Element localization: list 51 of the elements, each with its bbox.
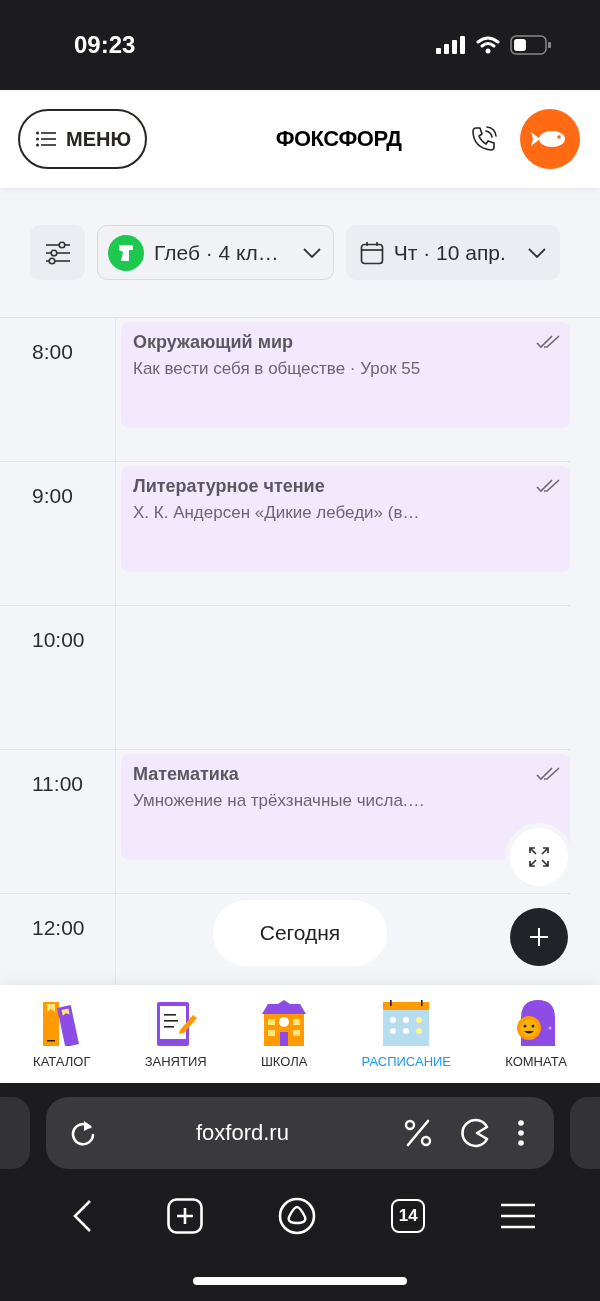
logo[interactable]: ФОКСФОРД bbox=[275, 126, 402, 152]
lesson-subject: Литературное чтение bbox=[133, 476, 326, 497]
new-tab-icon[interactable] bbox=[166, 1198, 203, 1234]
dog-avatar-icon bbox=[108, 234, 144, 271]
nav-tab[interactable]: КАТАЛОГ bbox=[33, 999, 91, 1069]
pie-icon[interactable] bbox=[460, 1118, 490, 1148]
menu-icon bbox=[36, 131, 56, 147]
tabs-count-button[interactable]: 14 bbox=[391, 1199, 426, 1233]
reload-icon[interactable] bbox=[70, 1119, 96, 1147]
more-icon[interactable] bbox=[518, 1120, 524, 1146]
calendar-grid-icon bbox=[383, 999, 430, 1046]
school-building-icon bbox=[261, 999, 308, 1046]
chevron-down-icon bbox=[302, 247, 321, 258]
clock-time: 09:23 bbox=[74, 31, 136, 59]
hour-label: 8:00 bbox=[0, 318, 116, 461]
nav-tab[interactable]: КОМНАТА bbox=[505, 999, 567, 1069]
menu-icon[interactable] bbox=[500, 1203, 537, 1229]
chevron-down-icon bbox=[527, 247, 546, 258]
add-button[interactable] bbox=[510, 908, 568, 966]
fish-avatar-icon[interactable] bbox=[520, 109, 580, 169]
lesson-subject: Окружающий мир bbox=[133, 332, 295, 353]
hour-label: 10:00 bbox=[0, 606, 116, 749]
signal-icon bbox=[436, 36, 466, 54]
lesson-topic: Х. К. Андерсен «Дикие лебеди» (в… bbox=[133, 503, 420, 523]
nav-tab[interactable]: ЗАНЯТИЯ bbox=[144, 999, 207, 1069]
plus-icon bbox=[529, 927, 549, 947]
today-button[interactable]: Сегодня bbox=[213, 900, 387, 966]
lesson-card[interactable]: Окружающий мир Как вести себя в обществе · Урок 55 bbox=[121, 322, 570, 428]
url-text: foxford.ru bbox=[196, 1120, 289, 1146]
wifi-icon bbox=[476, 36, 500, 54]
date-dropdown[interactable]: Чт · 10 апр. bbox=[345, 225, 560, 280]
lesson-topic: Как вести себя в обществе · Урок 55 bbox=[133, 359, 421, 379]
address-bar[interactable]: foxford.ru bbox=[46, 1097, 554, 1169]
lesson-card[interactable]: Литературное чтение Х. К. Андерсен «Дикие лебеди» (в… bbox=[121, 466, 570, 572]
calendar-icon bbox=[359, 240, 384, 265]
assistant-icon[interactable] bbox=[277, 1197, 316, 1235]
expand-icon bbox=[529, 847, 549, 867]
battery-icon bbox=[510, 35, 552, 55]
hour-label: 9:00 bbox=[0, 462, 116, 605]
nav-tab[interactable]: ШКОЛА bbox=[260, 999, 308, 1069]
sliders-icon bbox=[44, 240, 71, 265]
menu-button[interactable]: МЕНЮ bbox=[18, 109, 148, 169]
lesson-subject: Математика bbox=[133, 764, 240, 785]
percent-icon[interactable] bbox=[404, 1119, 432, 1147]
hour-label: 11:00 bbox=[0, 750, 116, 893]
back-icon[interactable] bbox=[71, 1199, 92, 1233]
lesson-card[interactable]: Математика Умножение на трёхзначные числа.… bbox=[121, 754, 570, 860]
lesson-topic: Умножение на трёхзначные числа.… bbox=[133, 791, 425, 811]
student-dropdown[interactable]: Глеб · 4 кл… bbox=[97, 225, 334, 280]
phone-icon[interactable] bbox=[470, 125, 498, 153]
filter-button[interactable] bbox=[30, 225, 85, 280]
